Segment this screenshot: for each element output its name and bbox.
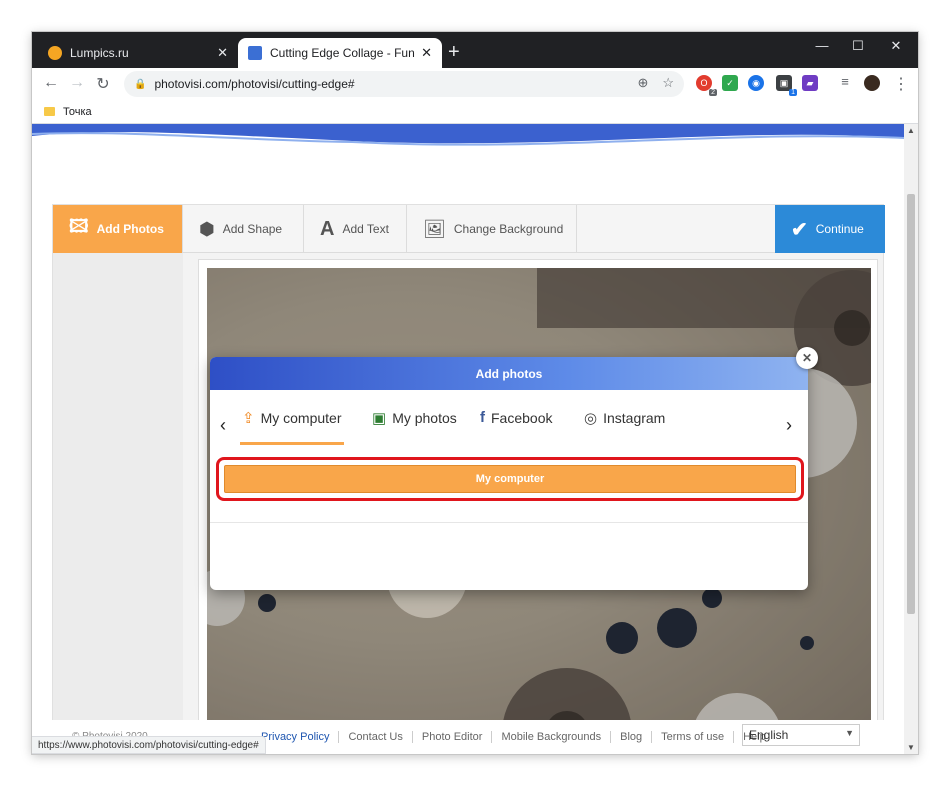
- photo-source-tabs: ‹ ⇪ My computer ▣ My photos f Facebook ◎…: [210, 405, 808, 445]
- footer-link-photo-editor[interactable]: Photo Editor: [411, 731, 492, 743]
- header-wave: [32, 124, 904, 146]
- highlight-outline: My computer: [216, 457, 804, 501]
- scroll-thumb[interactable]: [907, 194, 915, 614]
- tab-label: Instagram: [603, 410, 666, 426]
- close-icon[interactable]: ✕: [796, 347, 818, 369]
- collage-editor: 🖾 Add Photos ⬢ Add Shape A Add Text 🖼 Ch…: [52, 204, 885, 754]
- lock-icon: 🔒: [134, 78, 147, 90]
- photovisi-favicon-icon: [248, 46, 262, 60]
- add-shape-button[interactable]: ⬢ Add Shape: [183, 205, 304, 253]
- add-shape-label: Add Shape: [222, 222, 283, 236]
- bookmarks-bar: Точка: [32, 100, 918, 124]
- folder-icon: [44, 107, 55, 116]
- editor-toolbar: 🖾 Add Photos ⬢ Add Shape A Add Text 🖼 Ch…: [53, 205, 885, 253]
- browser-window: Lumpics.ru ✕ Cutting Edge Collage - Fun …: [32, 32, 918, 754]
- back-icon[interactable]: ←: [40, 74, 62, 92]
- image-icon: 🖼: [423, 218, 446, 239]
- checkmark-icon: ✔: [791, 218, 808, 241]
- tab-lumpics[interactable]: Lumpics.ru ✕: [38, 38, 238, 68]
- tab-my-photos[interactable]: ▣ My photos: [372, 409, 457, 427]
- upload-icon: ⇪: [242, 410, 255, 427]
- scroll-down-icon[interactable]: ▼: [904, 743, 918, 752]
- bookmark-tochka[interactable]: Точка: [63, 106, 92, 118]
- divider: [210, 522, 808, 523]
- tab-label: My computer: [260, 410, 342, 426]
- tab-cutting-edge[interactable]: Cutting Edge Collage - Fun | Pho ✕: [238, 38, 442, 68]
- chevron-down-icon: ▼: [845, 728, 854, 738]
- continue-label: Continue: [815, 222, 864, 236]
- add-photos-modal: Add photos ✕ ‹ ⇪ My computer ▣ My photos…: [210, 347, 818, 590]
- modal-title: Add photos: [475, 366, 543, 381]
- tab-label: My photos: [392, 410, 457, 426]
- continue-button[interactable]: ✔ Continue: [775, 205, 885, 253]
- add-icon[interactable]: ⊕: [637, 75, 648, 91]
- add-text-button[interactable]: A Add Text: [304, 205, 407, 253]
- menu-icon[interactable]: ⋮: [890, 74, 912, 94]
- status-bar: https://www.photovisi.com/photovisi/cutt…: [32, 736, 266, 754]
- footer-link-terms[interactable]: Terms of use: [651, 731, 733, 743]
- change-background-label: Change Background: [453, 222, 564, 236]
- chevron-right-icon[interactable]: ›: [786, 415, 792, 436]
- instagram-icon: ◎: [584, 410, 598, 427]
- tab-strip: Lumpics.ru ✕ Cutting Edge Collage - Fun …: [32, 32, 918, 68]
- minimize-icon[interactable]: —: [804, 38, 840, 53]
- lumpics-favicon-icon: [48, 46, 62, 60]
- change-background-button[interactable]: 🖼 Change Background: [407, 205, 577, 253]
- photo-side-panel: [53, 253, 183, 754]
- chevron-left-icon[interactable]: ‹: [220, 415, 226, 436]
- photos-file-icon: ▣: [372, 410, 387, 427]
- media-icon[interactable]: ≡: [834, 74, 856, 89]
- close-tab-icon[interactable]: ✕: [421, 45, 432, 61]
- tab-facebook[interactable]: f Facebook: [480, 409, 552, 426]
- footer-link-contact[interactable]: Contact Us: [338, 731, 411, 743]
- star-icon[interactable]: ☆: [662, 75, 674, 91]
- text-icon: A: [320, 217, 335, 240]
- avatar[interactable]: [864, 75, 880, 91]
- photos-icon: 🖾: [69, 216, 89, 236]
- reload-icon[interactable]: ↻: [92, 74, 114, 94]
- add-text-label: Add Text: [342, 222, 389, 236]
- tab-my-computer[interactable]: ⇪ My computer: [242, 409, 342, 427]
- my-computer-upload-button[interactable]: My computer: [224, 465, 796, 493]
- modal-header: Add photos: [210, 357, 808, 390]
- purple-ext-icon[interactable]: ▰: [802, 75, 818, 91]
- check-icon[interactable]: ✓: [722, 75, 738, 91]
- page-scrollbar[interactable]: ▲ ▼: [904, 124, 918, 754]
- add-photos-label: Add Photos: [96, 222, 164, 236]
- close-window-icon[interactable]: ✕: [878, 38, 914, 54]
- scroll-up-icon[interactable]: ▲: [904, 126, 918, 135]
- new-tab-icon[interactable]: +: [448, 41, 460, 64]
- language-value: English: [749, 728, 789, 742]
- url-text: photovisi.com/photovisi/cutting-edge#: [154, 77, 355, 91]
- tab-instagram[interactable]: ◎ Instagram: [584, 409, 665, 427]
- opera-icon[interactable]: O2: [696, 75, 717, 96]
- forward-icon[interactable]: →: [66, 74, 88, 92]
- close-tab-icon[interactable]: ✕: [217, 45, 228, 61]
- cube-shape-icon: ⬢: [199, 218, 215, 239]
- footer-links: Privacy Policy Contact Us Photo Editor M…: [252, 731, 775, 743]
- address-bar[interactable]: 🔒 photovisi.com/photovisi/cutting-edge# …: [124, 71, 684, 97]
- facebook-icon: f: [480, 409, 485, 426]
- footer-link-mobile-backgrounds[interactable]: Mobile Backgrounds: [491, 731, 610, 743]
- language-select[interactable]: English ▼: [742, 724, 860, 746]
- globe-icon[interactable]: ◉: [748, 75, 764, 91]
- tab-title: Cutting Edge Collage - Fun | Pho: [270, 46, 415, 60]
- cube-icon[interactable]: ▣ 1: [776, 75, 797, 96]
- footer-link-blog[interactable]: Blog: [610, 731, 651, 743]
- browser-toolbar: ← → ↻ 🔒 photovisi.com/photovisi/cutting-…: [32, 68, 918, 100]
- maximize-icon[interactable]: ☐: [840, 38, 876, 54]
- active-tab-indicator: [240, 442, 344, 445]
- tab-label: Facebook: [491, 409, 553, 426]
- add-photos-button[interactable]: 🖾 Add Photos: [53, 205, 183, 253]
- page-content: 🖾 Add Photos ⬢ Add Shape A Add Text 🖼 Ch…: [32, 124, 904, 754]
- tab-title: Lumpics.ru: [70, 46, 129, 60]
